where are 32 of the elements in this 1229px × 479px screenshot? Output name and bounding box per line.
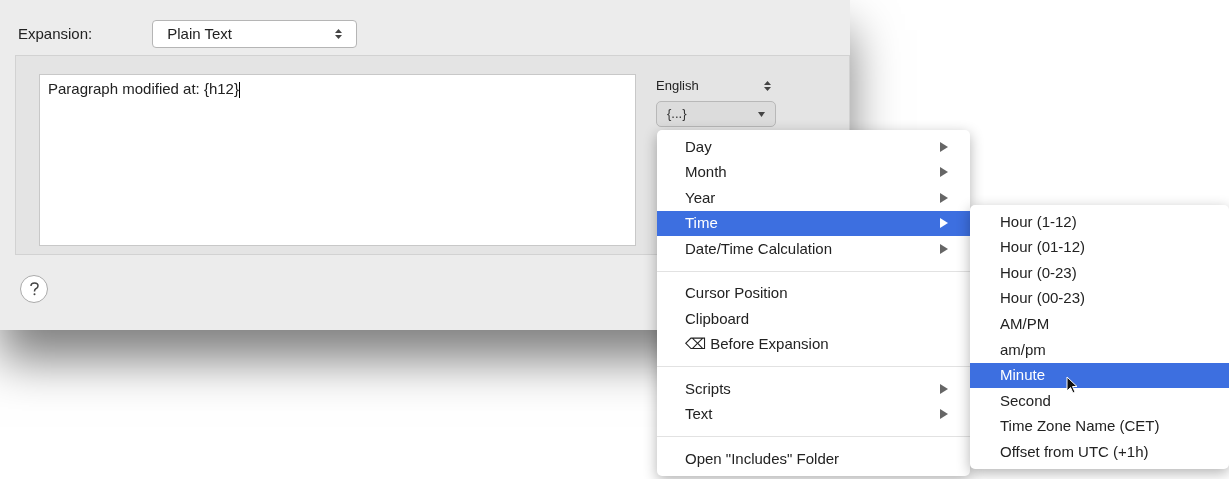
menu-item[interactable]: Open "Includes" Folder: [657, 446, 970, 472]
menu-item[interactable]: AM/PM: [970, 311, 1229, 337]
menu-item[interactable]: Hour (00-23): [970, 285, 1229, 312]
menu-item[interactable]: Hour (0-23): [970, 260, 1229, 286]
menu-item[interactable]: Scripts: [657, 376, 970, 402]
expansion-select[interactable]: Plain Text: [152, 20, 358, 48]
question-mark-icon: [29, 282, 39, 296]
insert-placeholder-popup[interactable]: {...}: [656, 101, 776, 127]
text-editor[interactable]: Paragraph modified at: {h12}: [39, 74, 636, 246]
help-button[interactable]: [20, 275, 48, 303]
mouse-pointer-icon: [1066, 376, 1078, 394]
expansion-label: Expansion:: [18, 23, 93, 44]
dropdown-arrow-icon: [758, 111, 765, 117]
menu-item[interactable]: Year: [657, 185, 970, 211]
language-select[interactable]: English: [656, 74, 776, 98]
menu-item[interactable]: Cursor Position: [657, 280, 970, 306]
menu-item[interactable]: Day: [657, 134, 970, 160]
menu-item[interactable]: Month: [657, 159, 970, 185]
updown-arrows-icon: [764, 81, 771, 91]
menu-item[interactable]: Second: [970, 388, 1229, 414]
menu-item[interactable]: Minute: [970, 362, 1229, 389]
updown-arrows-icon: [335, 29, 343, 39]
menu-item[interactable]: Date/Time Calculation: [657, 236, 970, 262]
menu-item[interactable]: Time: [657, 210, 970, 236]
menu-item[interactable]: am/pm: [970, 336, 1229, 363]
menu-item[interactable]: Clipboard: [657, 306, 970, 332]
menu-item[interactable]: ⌫ Before Expansion: [657, 331, 970, 357]
menu-item[interactable]: Offset from UTC (+1h): [970, 439, 1229, 465]
menu-item[interactable]: Hour (01-12): [970, 234, 1229, 261]
menu-item[interactable]: Time Zone Name (CET): [970, 413, 1229, 440]
menu-item[interactable]: Hour (1-12): [970, 209, 1229, 235]
menu-item[interactable]: Text: [657, 401, 970, 427]
